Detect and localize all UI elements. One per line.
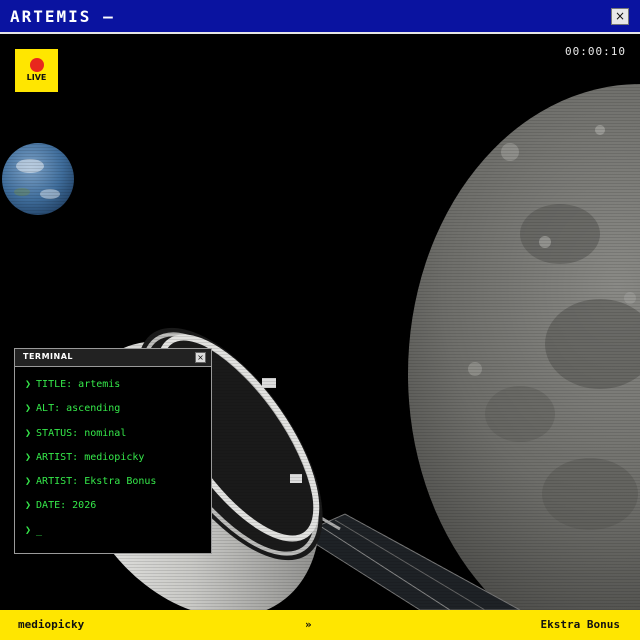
live-label: LIVE [26, 73, 47, 82]
terminal-output: ❯ TITLE: artemis ❯ ALT: ascending ❯ STATUS:… [25, 379, 156, 549]
terminal-line-text: DATE: 2026 [36, 500, 97, 512]
terminal-line: ❯ DATE: 2026 [25, 500, 156, 524]
footer-artist-left: mediopicky [18, 618, 85, 631]
prompt-chevron-icon: ❯ [25, 451, 32, 463]
terminal-line-text: ARTIST: Ekstra Bonus [36, 476, 157, 488]
close-icon: × [614, 9, 626, 23]
terminal-line: ❯ TITLE: artemis [25, 379, 156, 403]
terminal-line: ❯ ALT: ascending [25, 403, 156, 427]
terminal-close-button[interactable]: × [195, 352, 206, 363]
prompt-chevron-icon: ❯ [25, 427, 32, 439]
earth [2, 143, 74, 215]
terminal-line-text: ALT: ascending [36, 403, 121, 415]
close-icon: × [197, 353, 204, 362]
terminal-line-text: STATUS: nominal [36, 427, 127, 439]
live-dot-icon [30, 58, 44, 72]
bottom-bar: mediopicky » Ekstra Bonus [0, 610, 640, 640]
terminal-line: ❯ STATUS: nominal [25, 428, 156, 452]
terminal-line-text: TITLE: artemis [36, 379, 121, 390]
live-badge: LIVE [15, 49, 58, 92]
elapsed-timer: 00:00:10 [565, 45, 626, 58]
close-button[interactable]: × [611, 8, 629, 25]
terminal-line-text: ARTIST: mediopicky [36, 451, 145, 463]
terminal-line: ❯ ARTIST: Ekstra Bonus [25, 476, 156, 500]
window-title: ARTEMIS — [10, 7, 115, 26]
terminal-title: TERMINAL [23, 352, 74, 361]
prompt-chevron-icon: ❯ [25, 500, 32, 512]
footer-artist-right: Ekstra Bonus [540, 618, 620, 631]
prompt-chevron-icon: ❯ [25, 476, 32, 488]
terminal-input-line[interactable]: ❯ _ [25, 525, 156, 549]
prompt-chevron-icon: ❯ [25, 403, 32, 415]
terminal-titlebar: TERMINAL × [15, 349, 211, 367]
prompt-chevron-icon: ❯ [25, 379, 32, 390]
terminal-line: ❯ ARTIST: mediopicky [25, 452, 156, 476]
footer-separator: » [305, 618, 312, 631]
prompt-chevron-icon: ❯ [25, 524, 32, 536]
title-bar: ARTEMIS — × [0, 0, 640, 34]
terminal-cursor: _ [36, 524, 43, 536]
moon [408, 84, 640, 610]
terminal-window: TERMINAL × ❯ TITLE: artemis ❯ ALT: ascendi… [14, 348, 212, 554]
